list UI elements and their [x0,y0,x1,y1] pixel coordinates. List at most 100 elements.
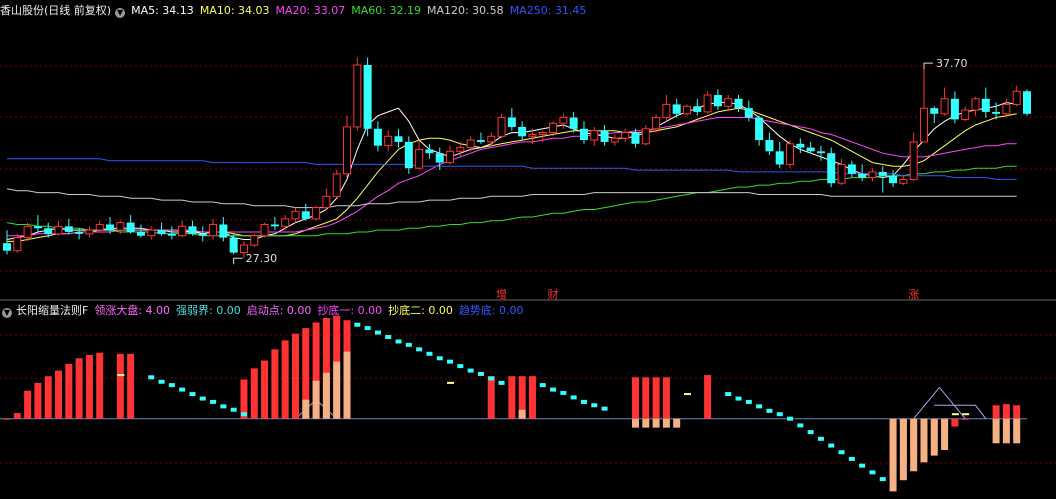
indicator-cyan-dot [869,470,876,475]
candle-body-up [178,225,187,237]
indicator-cyan-dot [591,403,598,408]
candle-body-down [744,108,753,118]
candle-body-down [847,164,856,174]
candle-body-down [806,147,815,152]
indicator-peach-bar [312,380,320,419]
indicator-cyan-dot [148,375,155,380]
candle-body-down [404,141,413,169]
indicator-peach-bar [992,418,1000,444]
indicator-cyan-dot [766,408,773,413]
indicator-cyan-dot [550,387,557,392]
candle-body-up [281,218,290,227]
candle-body-down [270,224,279,227]
candle-body-up [652,117,661,130]
indicator-red-bar [1013,405,1021,419]
candle-body-down [992,111,1001,114]
indicator-peach-bar [322,372,330,419]
indicator-red-bar [281,340,289,419]
indicator-cyan-dot [210,399,217,404]
indicator-yellow-dash [447,381,455,384]
candle-body-down [755,117,764,141]
candle-body-up [13,237,22,252]
indicator-cyan-dot [787,416,794,421]
candle-body-down [363,65,372,129]
indicator-red-bar [127,353,135,419]
indicator-red-bar [291,333,299,419]
indicator-cyan-dot [189,392,196,397]
indicator-cyan-dot [374,330,381,335]
candle-body-down [1023,91,1031,114]
indicator-peach-bar [920,418,928,463]
indicator-red-bar [250,368,258,419]
indicator-cyan-dot [447,359,454,364]
candle-body-up [312,207,321,220]
candle-body-down [796,143,805,148]
indicator-red-bar [652,377,660,419]
candle-body-up [147,229,156,237]
candle-body-up [1002,103,1011,115]
indicator-red-bar [662,377,670,419]
candle-body-down [600,130,609,142]
candle-body-down [301,211,310,219]
candle-body-up [332,173,341,197]
indicator-red-bar [992,405,1000,419]
candle-body-up [23,225,32,239]
candle-body-down [579,128,588,141]
indicator-cyan-dot [477,371,484,376]
candle-body-up [54,225,63,235]
indicator-cyan-dot [488,376,495,381]
candle-body-down [44,228,53,234]
indicator-cyan-dot [199,396,206,401]
indicator-peach-bar [343,351,351,419]
indicator-peach-bar [930,418,938,456]
candle-body-up [837,163,846,184]
candle-body-down [858,173,867,178]
candle-body-down [75,231,84,234]
indicator-red-bar [85,354,93,419]
candle-body-down [394,136,403,142]
indicator-red-bar [528,376,536,419]
candle-body-down [106,224,115,231]
candle-body-up [724,98,733,107]
indicator-red-bar [3,418,11,420]
indicator-cyan-dot [220,404,227,409]
candle-body-down [672,104,681,114]
indicator-cyan-dot [580,399,587,404]
event-marker: 涨 [908,288,919,301]
candle-body-up [456,147,465,152]
candle-body-down [950,98,959,120]
candle-body-down [775,151,784,165]
indicator-red-bar [508,376,516,419]
candle-body-down [631,132,640,144]
indicator-cyan-dot [570,395,577,400]
indicator-peach-bar [889,418,897,492]
indicator-yellow-dash [951,413,959,416]
indicator-red-bar [75,358,83,419]
indicator-cyan-dot [859,463,866,468]
indicator-red-bar [704,375,712,419]
candle-body-down [126,222,135,232]
event-marker: 增 [496,287,507,301]
candle-body-up [940,98,949,115]
candle-body-up [703,94,712,113]
indicator-cyan-dot [745,399,752,404]
candle-body-up [590,130,599,141]
candle-body-up [899,178,908,184]
indicator-red-bar [961,418,969,420]
indicator-red-bar [44,376,52,419]
candle-body-down [518,126,527,137]
indicator-yellow-dash [962,413,970,416]
candle-body-up [961,109,970,120]
indicator-cyan-dot [179,387,186,392]
indicator-red-bar [65,363,73,419]
candle-body-up [641,128,650,145]
indicator-cyan-dot [879,477,886,482]
candle-body-down [167,233,176,236]
candle-body-down [425,149,434,154]
stock-chart[interactable]: 37.70 27.30 增 财 涨 [0,0,1056,499]
price-annotation-arrow [233,257,243,265]
indicator-peach-bar [631,418,639,428]
candle-body-up [353,64,362,128]
candle-body-down [981,98,990,112]
candle-body-up [683,105,691,115]
